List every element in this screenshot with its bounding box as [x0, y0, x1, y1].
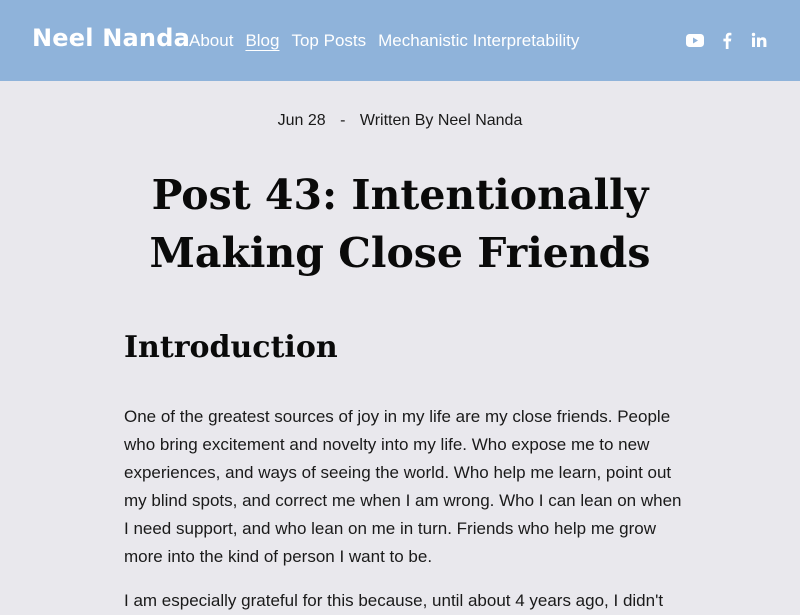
next-paragraph: I am especially grateful for this becaus… — [124, 591, 664, 610]
post-title: Post 43: Intentionally Making Close Frie… — [149, 171, 651, 277]
social-links — [686, 31, 768, 49]
section-heading-introduction: Introduction — [124, 330, 338, 365]
post-author: Written By Neel Nanda — [359, 112, 523, 129]
nav-top-posts[interactable]: Top Posts — [291, 30, 366, 52]
site-header: Neel Nanda About Blog Top Posts Mechanis… — [0, 0, 800, 81]
nav-about[interactable]: About — [189, 30, 233, 52]
post-date: Jun 28 — [277, 112, 326, 129]
intro-paragraph: One of the greatest sources of joy in my… — [124, 407, 682, 566]
linkedin-icon[interactable] — [750, 31, 768, 49]
facebook-icon[interactable] — [718, 31, 736, 49]
main-nav: About Blog Top Posts Mechanistic Interpr… — [189, 30, 579, 52]
meta-separator: - — [340, 112, 346, 129]
nav-mechanistic-interpretability[interactable]: Mechanistic Interpretability — [378, 30, 579, 52]
post-meta: Jun 28 - Written By Neel Nanda — [0, 112, 800, 130]
youtube-icon[interactable] — [686, 31, 704, 49]
site-title-link[interactable]: Neel Nanda — [32, 24, 190, 52]
nav-blog[interactable]: Blog — [245, 30, 279, 52]
